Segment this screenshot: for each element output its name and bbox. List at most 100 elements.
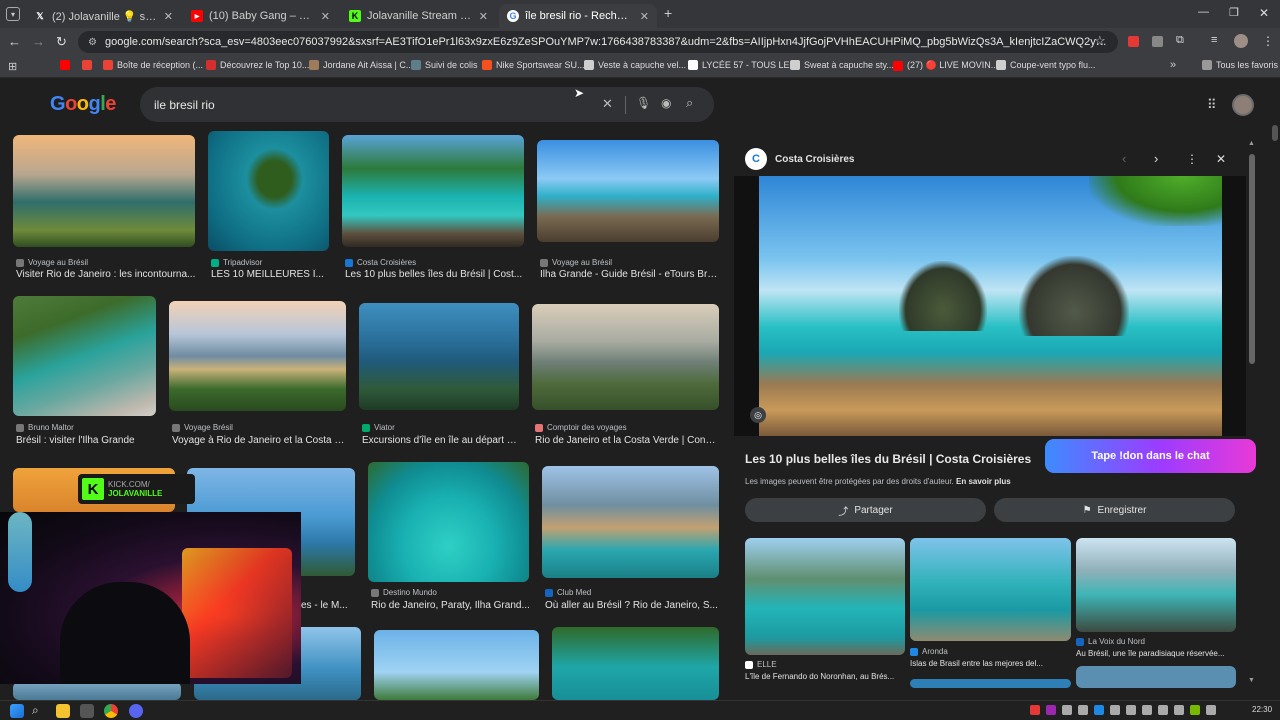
clock[interactable]: 22:30	[1252, 705, 1272, 714]
tray-icon[interactable]	[1158, 705, 1168, 715]
lens-icon[interactable]: ◉	[661, 96, 671, 110]
tray-icon[interactable]	[1126, 705, 1136, 715]
related-image[interactable]	[910, 538, 1071, 641]
forward-icon[interactable]: →	[32, 34, 45, 49]
extensions-puzzle-icon[interactable]: ⧉	[1176, 34, 1184, 47]
result-image[interactable]	[359, 303, 519, 410]
result-title[interactable]: Visiter Rio de Janeiro : les incontourna…	[16, 269, 196, 280]
tray-icon[interactable]	[1062, 705, 1072, 715]
learn-more-link[interactable]: En savoir plus	[956, 477, 1011, 486]
back-icon[interactable]: ←	[8, 34, 21, 49]
panel-source[interactable]: Costa Croisières	[775, 154, 854, 165]
app-icon[interactable]	[80, 704, 94, 718]
result-title[interactable]: Brésil : visiter l'Ilha Grande	[16, 435, 158, 446]
windows-start-icon[interactable]	[10, 704, 24, 718]
panel-title[interactable]: Les 10 plus belles îles du Brésil | Cost…	[745, 452, 1031, 466]
scroll-down-icon[interactable]: ▼	[1248, 677, 1255, 684]
tray-icon[interactable]	[1190, 705, 1200, 715]
result-title[interactable]: LES 10 MEILLEURES Î...	[211, 269, 331, 280]
tray-icon[interactable]	[1110, 705, 1120, 715]
result-image[interactable]	[342, 135, 524, 247]
result-title[interactable]: Les 10 plus belles îles du Brésil | Cost…	[345, 269, 525, 280]
related-title[interactable]: Islas de Brasil entre las mejores del...	[910, 659, 1070, 668]
related-image[interactable]	[910, 679, 1071, 688]
result-image[interactable]	[552, 627, 719, 700]
close-window-button[interactable]: ✕	[1259, 6, 1269, 20]
more-bookmarks-icon[interactable]: »	[1170, 59, 1176, 71]
related-title[interactable]: Au Brésil, une île paradisiaque réservée…	[1076, 649, 1236, 658]
search-input[interactable]: ile bresil rio	[154, 98, 215, 112]
share-button[interactable]: ⤴ Partager	[745, 498, 986, 522]
bookmark-item[interactable]	[60, 60, 74, 70]
bookmark-item[interactable]: Boîte de réception (...	[103, 60, 203, 70]
preview-image[interactable]: ◎	[734, 176, 1246, 436]
bookmark-item[interactable]: Découvrez le Top 10...	[206, 60, 309, 70]
reload-icon[interactable]: ↻	[56, 34, 67, 50]
clear-icon[interactable]: ✕	[602, 96, 613, 112]
result-title[interactable]: Ilha Grande - Guide Brésil - eTours Braz…	[540, 269, 720, 280]
tray-icon[interactable]	[1030, 705, 1040, 715]
result-title[interactable]: es - le M...	[301, 600, 356, 611]
all-bookmarks[interactable]: Tous les favoris	[1202, 60, 1278, 70]
tab-search-icon[interactable]: ▾	[6, 7, 20, 21]
microphone-icon[interactable]: 🎙	[636, 96, 651, 110]
discord-icon[interactable]	[129, 704, 143, 718]
scroll-thumb[interactable]	[1249, 154, 1255, 364]
account-avatar[interactable]	[1232, 94, 1254, 116]
result-image[interactable]	[208, 131, 329, 251]
search-icon[interactable]: ⌕	[686, 95, 693, 111]
chrome-icon[interactable]	[104, 704, 118, 718]
related-image[interactable]	[745, 538, 905, 655]
tray-icon[interactable]	[1142, 705, 1152, 715]
lens-search-icon[interactable]: ◎	[750, 407, 766, 423]
save-button[interactable]: ⚑ Enregistrer	[994, 498, 1235, 522]
tab-kick[interactable]: K Jolavanille Stream - Watch Live ✕	[341, 4, 496, 28]
result-image[interactable]	[368, 462, 529, 582]
tab-google[interactable]: G île bresil rio - Recherche Googl ✕	[499, 4, 657, 28]
profile-avatar[interactable]	[1234, 34, 1248, 48]
result-title[interactable]: Voyage à Rio de Janeiro et la Costa V...	[172, 435, 348, 446]
tray-icon[interactable]	[1174, 705, 1184, 715]
result-image[interactable]	[537, 140, 719, 242]
menu-icon[interactable]: ⋮	[1262, 34, 1274, 48]
media-icon[interactable]: ≡	[1211, 34, 1217, 46]
result-image[interactable]	[13, 135, 195, 247]
page-scrollbar[interactable]	[1272, 125, 1278, 141]
related-image[interactable]	[1076, 666, 1236, 688]
bookmark-item[interactable]: LYCÉE 57 - TOUS LE...	[688, 60, 797, 70]
tab-x[interactable]: 𝕏 (2) Jolavanille 💡 sur X : "La mif ✕	[26, 4, 181, 28]
bookmark-item[interactable]	[82, 60, 96, 70]
result-image[interactable]	[13, 296, 156, 416]
extension-icon[interactable]	[1152, 36, 1163, 47]
tray-icon[interactable]	[1078, 705, 1088, 715]
result-image[interactable]	[13, 682, 181, 700]
related-title[interactable]: L'île de Fernando do Noronhan, au Brés..…	[745, 672, 905, 681]
close-panel-icon[interactable]: ✕	[1216, 152, 1226, 166]
bookmark-item[interactable]: Jordane Ait Aissa | C...	[309, 60, 413, 70]
tray-icon[interactable]	[1094, 705, 1104, 715]
tray-icon[interactable]	[1046, 705, 1056, 715]
bookmark-item[interactable]: Suivi de colis	[411, 60, 478, 70]
wifi-icon[interactable]	[1206, 705, 1216, 715]
result-title[interactable]: Rio de Janeiro et la Costa Verde | Cons.…	[535, 435, 717, 446]
bookmark-item[interactable]: Sweat à capuche sty...	[790, 60, 894, 70]
file-explorer-icon[interactable]	[56, 704, 70, 718]
close-icon[interactable]: ✕	[164, 10, 173, 23]
tab-youtube[interactable]: ▶ (10) Baby Gang – Mentalité [Of ✕	[183, 4, 338, 28]
result-title[interactable]: Où aller au Brésil ? Rio de Janeiro, S..…	[545, 600, 719, 611]
apps-icon[interactable]: ⠿	[1207, 97, 1217, 113]
next-arrow-icon[interactable]: ›	[1154, 151, 1158, 166]
result-title[interactable]: Excursions d'île en île au départ d...	[362, 435, 520, 446]
close-icon[interactable]: ✕	[321, 10, 330, 23]
related-image[interactable]	[1076, 538, 1236, 632]
result-image[interactable]	[532, 304, 719, 410]
bookmark-star-icon[interactable]: ☆	[1094, 33, 1106, 49]
result-title[interactable]: Rio de Janeiro, Paraty, Ilha Grand...	[371, 600, 531, 611]
more-options-icon[interactable]: ⋮	[1186, 152, 1198, 166]
panel-scrollbar[interactable]: ▲ ▼	[1248, 140, 1256, 688]
minimize-button[interactable]: —	[1198, 6, 1209, 18]
extension-icon[interactable]	[1128, 36, 1139, 47]
bookmark-item[interactable]: Coupe-vent typo flu...	[996, 60, 1096, 70]
scroll-up-icon[interactable]: ▲	[1248, 140, 1255, 147]
search-bar[interactable]: ile bresil rio ✕ 🎙 ◉ ⌕	[140, 87, 714, 122]
